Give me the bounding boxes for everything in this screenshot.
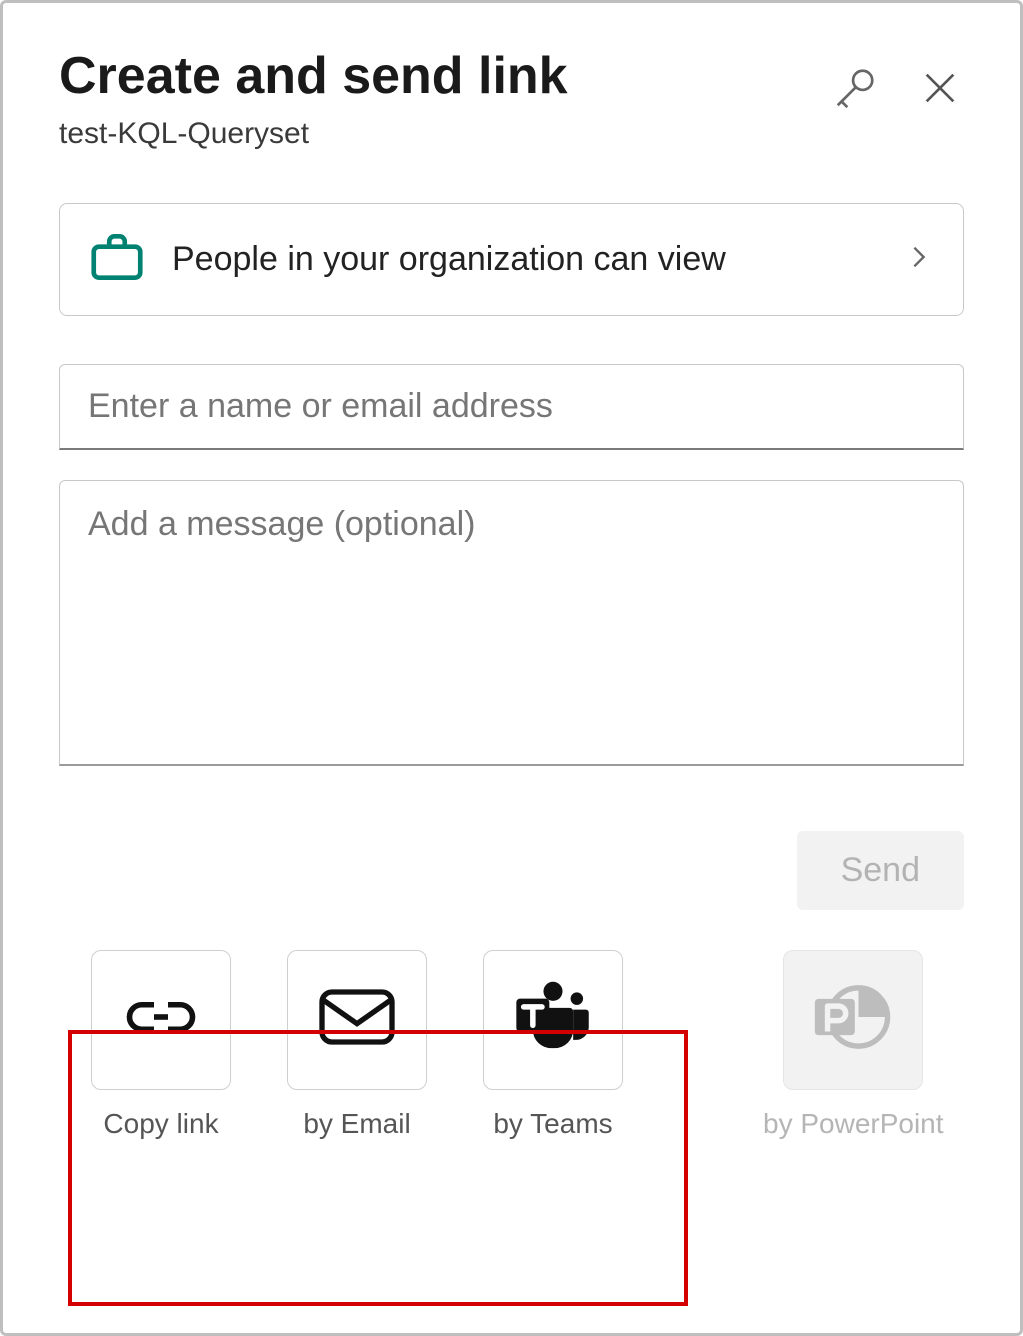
header-actions xyxy=(828,61,964,115)
by-powerpoint-label: by PowerPoint xyxy=(763,1108,944,1140)
close-icon xyxy=(920,68,960,108)
copy-link-label: Copy link xyxy=(103,1108,218,1140)
recipient-input[interactable] xyxy=(59,364,964,450)
chevron-right-icon xyxy=(905,235,933,284)
briefcase-icon xyxy=(86,226,148,293)
copy-link-box xyxy=(91,950,231,1090)
share-dialog: Create and send link test-KQL-Queryset xyxy=(0,0,1023,1336)
by-email-action[interactable]: by Email xyxy=(287,950,427,1140)
permission-settings-row[interactable]: People in your organization can view xyxy=(59,203,964,316)
message-input[interactable] xyxy=(59,480,964,766)
by-email-box xyxy=(287,950,427,1090)
copy-link-action[interactable]: Copy link xyxy=(91,950,231,1140)
by-teams-action[interactable]: by Teams xyxy=(483,950,623,1140)
by-email-label: by Email xyxy=(303,1108,410,1140)
close-button[interactable] xyxy=(916,64,964,112)
dialog-title: Create and send link xyxy=(59,47,828,107)
send-button[interactable]: Send xyxy=(797,831,964,910)
permission-text: People in your organization can view xyxy=(172,234,905,285)
header-titles: Create and send link test-KQL-Queryset xyxy=(59,47,828,151)
by-teams-label: by Teams xyxy=(493,1108,612,1140)
permissions-key-button[interactable] xyxy=(828,61,882,115)
send-row: Send xyxy=(59,831,964,910)
link-icon xyxy=(119,991,203,1048)
mail-icon xyxy=(315,987,399,1052)
by-powerpoint-box xyxy=(783,950,923,1090)
dialog-subtitle: test-KQL-Queryset xyxy=(59,117,828,151)
powerpoint-icon xyxy=(809,977,897,1062)
dialog-header: Create and send link test-KQL-Queryset xyxy=(59,47,964,151)
teams-icon xyxy=(509,976,597,1063)
by-powerpoint-action[interactable]: by PowerPoint xyxy=(763,950,944,1140)
key-icon xyxy=(832,65,878,111)
share-actions-row: Copy link by Email xyxy=(59,950,964,1140)
by-teams-box xyxy=(483,950,623,1090)
